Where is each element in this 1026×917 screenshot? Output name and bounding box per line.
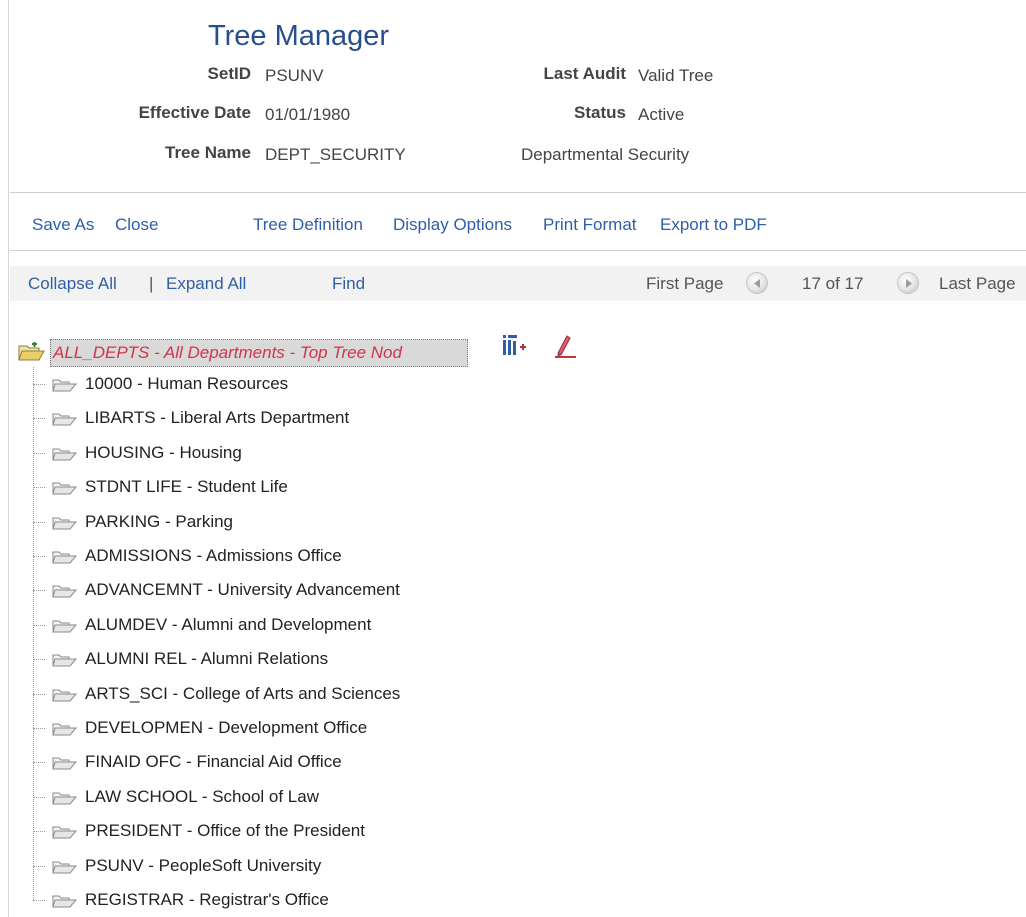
- effective-date-label: Effective Date: [138, 103, 251, 122]
- tree-connector: [33, 384, 45, 385]
- tree-node[interactable]: LIBARTS - Liberal Arts Department: [33, 403, 633, 433]
- tree-node-label[interactable]: ALUMDEV - Alumni and Development: [85, 615, 371, 635]
- tree-connector: [33, 418, 45, 419]
- tree-name-value: DEPT_SECURITY: [265, 145, 406, 164]
- tree-name-label: Tree Name: [165, 143, 251, 162]
- folder-icon[interactable]: [52, 447, 78, 466]
- tree-node-label[interactable]: HOUSING - Housing: [85, 443, 242, 463]
- folder-icon[interactable]: [52, 619, 78, 638]
- status-label: Status: [574, 103, 626, 122]
- tree-node[interactable]: REGISTRAR - Registrar's Office: [33, 885, 633, 915]
- tree-node[interactable]: ADMISSIONS - Admissions Office: [33, 541, 633, 571]
- tree-node-label[interactable]: LIBARTS - Liberal Arts Department: [85, 408, 349, 428]
- tree-connector: [33, 831, 45, 832]
- effective-date-value: 01/01/1980: [265, 105, 351, 124]
- folder-icon[interactable]: [52, 688, 78, 707]
- folder-icon[interactable]: [52, 894, 78, 913]
- last-audit-value: Valid Tree: [638, 66, 714, 85]
- tree-connector: [33, 659, 45, 660]
- tree-connector: [33, 728, 45, 729]
- folder-icon[interactable]: [52, 516, 78, 535]
- export-pdf-link[interactable]: Export to PDF: [660, 215, 767, 235]
- insert-child-icon[interactable]: [501, 333, 527, 362]
- close-link[interactable]: Close: [115, 215, 158, 235]
- folder-icon[interactable]: [52, 378, 78, 397]
- expand-all-link[interactable]: Expand All: [166, 274, 246, 294]
- tree-connector: [33, 625, 45, 626]
- tree-node[interactable]: FINAID OFC - Financial Aid Office: [33, 747, 633, 777]
- setid-value: PSUNV: [265, 66, 324, 85]
- last-audit-label: Last Audit: [543, 64, 626, 83]
- page-count: 17 of 17: [802, 274, 864, 293]
- tree-node-label[interactable]: ADMISSIONS - Admissions Office: [85, 546, 342, 566]
- separator: |: [149, 274, 154, 293]
- setid-label: SetID: [207, 64, 251, 83]
- folder-icon[interactable]: [52, 412, 78, 431]
- folder-icon[interactable]: [52, 860, 78, 879]
- tree-node[interactable]: 10000 - Human Resources: [33, 369, 633, 399]
- tree-connector: [33, 522, 45, 523]
- folder-icon[interactable]: [52, 584, 78, 603]
- tree-node[interactable]: PARKING - Parking: [33, 507, 633, 537]
- tree-node[interactable]: PRESIDENT - Office of the President: [33, 816, 633, 846]
- status-value: Active: [638, 105, 685, 124]
- tree-connector: [33, 900, 45, 901]
- navigation-bar: [10, 266, 1026, 301]
- tree-node-label[interactable]: PARKING - Parking: [85, 512, 233, 532]
- tree-node-label[interactable]: PRESIDENT - Office of the President: [85, 821, 365, 841]
- tree-node[interactable]: ADVANCEMNT - University Advancement: [33, 575, 633, 605]
- folder-icon[interactable]: [52, 550, 78, 569]
- tree-connector: [33, 866, 45, 867]
- folder-icon[interactable]: [52, 825, 78, 844]
- next-arrow-icon[interactable]: [897, 272, 919, 294]
- tree-node[interactable]: PSUNV - PeopleSoft University: [33, 851, 633, 881]
- save-as-link[interactable]: Save As: [32, 215, 94, 235]
- folder-icon[interactable]: [52, 653, 78, 672]
- divider: [10, 250, 1026, 251]
- page-title: Tree Manager: [208, 20, 390, 52]
- open-folder-icon[interactable]: [18, 342, 46, 367]
- prev-arrow-icon[interactable]: [746, 272, 768, 294]
- find-link[interactable]: Find: [332, 274, 365, 294]
- tree-node-label[interactable]: PSUNV - PeopleSoft University: [85, 856, 321, 876]
- print-format-link[interactable]: Print Format: [543, 215, 637, 235]
- folder-icon[interactable]: [52, 791, 78, 810]
- tree-node-label[interactable]: FINAID OFC - Financial Aid Office: [85, 752, 342, 772]
- divider: [10, 192, 1026, 193]
- tree-connector: [33, 694, 45, 695]
- tree-description: Departmental Security: [521, 145, 690, 164]
- tree-connector: [33, 487, 45, 488]
- tree-node-label[interactable]: ARTS_SCI - College of Arts and Sciences: [85, 684, 400, 704]
- tree-node[interactable]: ALUMDEV - Alumni and Development: [33, 610, 633, 640]
- tree-node[interactable]: ARTS_SCI - College of Arts and Sciences: [33, 679, 633, 709]
- tree-node[interactable]: DEVELOPMEN - Development Office: [33, 713, 633, 743]
- folder-icon[interactable]: [52, 722, 78, 741]
- root-node-label[interactable]: ALL_DEPTS - All Departments - Top Tree N…: [50, 339, 468, 367]
- tree-node-label[interactable]: 10000 - Human Resources: [85, 374, 288, 394]
- tree-connector: [33, 556, 45, 557]
- tree-connector: [33, 797, 45, 798]
- tree-node-label[interactable]: ALUMNI REL - Alumni Relations: [85, 649, 328, 669]
- tree-node[interactable]: STDNT LIFE - Student Life: [33, 472, 633, 502]
- tree-node-label[interactable]: STDNT LIFE - Student Life: [85, 477, 288, 497]
- edit-icon[interactable]: [552, 333, 578, 364]
- tree-node-label[interactable]: DEVELOPMEN - Development Office: [85, 718, 367, 738]
- tree-connector: [33, 762, 45, 763]
- tree-connector: [33, 453, 45, 454]
- tree-node-label[interactable]: ADVANCEMNT - University Advancement: [85, 580, 400, 600]
- display-options-link[interactable]: Display Options: [393, 215, 512, 235]
- tree-node[interactable]: LAW SCHOOL - School of Law: [33, 782, 633, 812]
- tree-node[interactable]: ALUMNI REL - Alumni Relations: [33, 644, 633, 674]
- first-page-label[interactable]: First Page: [646, 274, 723, 294]
- folder-icon[interactable]: [52, 756, 78, 775]
- tree-node[interactable]: HOUSING - Housing: [33, 438, 633, 468]
- tree-definition-link[interactable]: Tree Definition: [253, 215, 363, 235]
- last-page-label[interactable]: Last Page: [939, 274, 1016, 294]
- collapse-all-link[interactable]: Collapse All: [28, 274, 117, 294]
- tree-node-label[interactable]: REGISTRAR - Registrar's Office: [85, 890, 329, 910]
- tree-connector: [33, 590, 45, 591]
- tree-node-label[interactable]: LAW SCHOOL - School of Law: [85, 787, 319, 807]
- folder-icon[interactable]: [52, 481, 78, 500]
